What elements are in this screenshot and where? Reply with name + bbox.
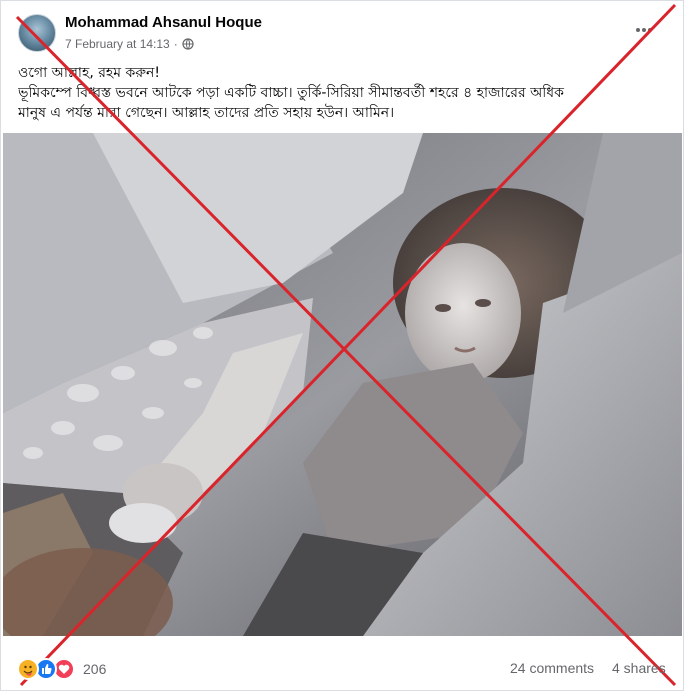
globe-icon[interactable] xyxy=(182,38,194,50)
shares-link[interactable]: 4 shares xyxy=(612,660,666,676)
post-timestamp[interactable]: 7 February at 14:13 xyxy=(65,37,170,51)
reaction-count: 206 xyxy=(83,661,107,677)
author-name[interactable]: Mohammad Ahsanul Hoque xyxy=(65,14,262,31)
post-header: Mohammad Ahsanul Hoque 7 February at 14:… xyxy=(1,1,684,61)
post-meta: 7 February at 14:13 · xyxy=(65,37,194,51)
rubble-photo xyxy=(3,133,682,636)
more-options-icon[interactable] xyxy=(633,19,655,41)
caption-line: মানুষ এ পর্যন্ত মারা গেছেন। আল্লাহ তাদের… xyxy=(18,105,395,121)
comments-link[interactable]: 24 comments xyxy=(510,660,594,676)
post-caption: ওগো আল্লাহ, রহম করুন! ভূমিকম্পে বিধ্বস্ত… xyxy=(18,63,668,123)
meta-separator: · xyxy=(173,37,178,51)
reactions-summary[interactable]: 206 xyxy=(17,658,106,680)
caption-line: ভূমিকম্পে বিধ্বস্ত ভবনে আটকে পড়া একটি ব… xyxy=(18,85,564,101)
post-photo[interactable] xyxy=(3,133,682,636)
post-footer: 206 24 comments 4 shares xyxy=(1,649,684,689)
avatar[interactable] xyxy=(18,14,56,52)
facebook-post: Mohammad Ahsanul Hoque 7 February at 14:… xyxy=(0,0,684,691)
care-icon xyxy=(17,658,39,680)
caption-line: ওগো আল্লাহ, রহম করুন! xyxy=(18,65,161,81)
